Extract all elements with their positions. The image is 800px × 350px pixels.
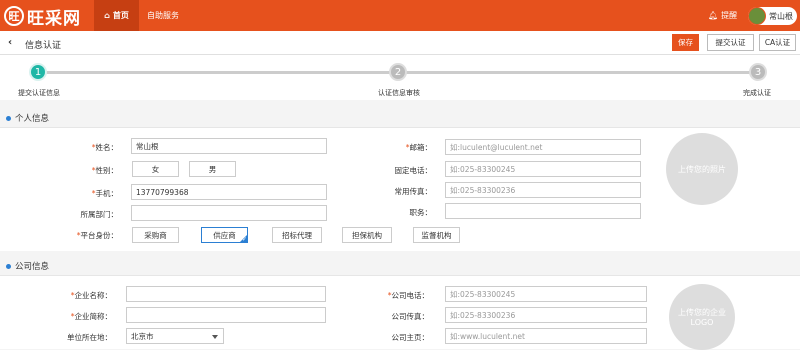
company-short-label-text: 企业简称： (74, 312, 113, 321)
company-section-header: 公司信息 (6, 260, 49, 272)
user-menu[interactable]: 常山根 (748, 7, 797, 25)
ca-certification-button[interactable]: CA认证 (759, 34, 796, 51)
remind-button[interactable]: 🔔︎ 提醒 (708, 0, 737, 31)
job-input[interactable] (445, 203, 641, 219)
logo-mark: 旺 (4, 6, 24, 26)
company-short-label: *企业简称： (52, 311, 112, 322)
chevron-down-icon (212, 335, 218, 339)
step-1-dot: 1 (29, 63, 47, 81)
company-homepage-label: 公司主页： (391, 333, 430, 342)
location-select[interactable]: 北京市 (126, 328, 224, 344)
page-title: 信息认证 (25, 41, 62, 51)
company-name-input[interactable] (126, 286, 326, 302)
avatar (748, 7, 766, 25)
tel-input[interactable]: 如:025-83300245 (445, 161, 641, 177)
identity-label-text: 平台身份： (80, 231, 119, 240)
company-info-panel: *企业名称： *企业简称： 单位所在地： 北京市 *公司电话： 公司传真： 公司… (0, 275, 800, 350)
tel-label: 固定电话： (394, 166, 433, 175)
step-connector (406, 71, 750, 74)
dept-label: 所属部门： (80, 210, 119, 219)
section-bullet (6, 263, 11, 269)
nav-home[interactable]: ⌂ 首页 (94, 0, 139, 31)
step-3-label: 完成认证 (743, 89, 771, 97)
gender-label-text: 性别： (95, 166, 119, 175)
step-2-label: 认证信息审核 (378, 89, 420, 97)
company-fax-label: 公司传真： (391, 312, 430, 321)
company-phone-label: *公司电话： (369, 290, 429, 301)
top-navbar: 旺 旺采网 ⌂ 首页 自助服务 🔔︎ 提醒 常山根 (0, 0, 800, 31)
home-icon: ⌂ (104, 11, 110, 20)
save-button[interactable]: 保存 (672, 34, 699, 51)
personal-section-header: 个人信息 (6, 112, 49, 124)
phone-label: *手机： (58, 188, 118, 199)
company-short-input[interactable] (126, 307, 326, 323)
gender-option-male[interactable]: 男 (189, 161, 236, 177)
logo-upload[interactable]: 上传您的企业LOGO (669, 284, 735, 350)
step-3-dot: 3 (749, 63, 767, 81)
job-label: 职务： (409, 208, 433, 217)
company-homepage-input[interactable]: 如:www.luculent.net (445, 328, 647, 344)
gender-option-female[interactable]: 女 (132, 161, 179, 177)
identity-option-supplier-label: 供应商 (213, 230, 236, 240)
submit-certification-button[interactable]: 提交认证 (707, 34, 754, 51)
bell-icon: 🔔︎ (708, 11, 719, 20)
nav-home-label: 首页 (112, 11, 129, 20)
phone-input[interactable]: 13770799368 (131, 184, 327, 200)
back-icon[interactable]: ‹ (8, 37, 12, 48)
identity-option-supervisor[interactable]: 监督机构 (413, 227, 460, 243)
section-bullet (6, 115, 11, 121)
fax-input[interactable]: 如:025-83300236 (445, 182, 641, 198)
page-header: ‹ 信息认证 保存 提交认证 CA认证 (0, 31, 800, 55)
fax-label: 常用传真： (394, 187, 433, 196)
name-label-text: 姓名： (95, 143, 119, 152)
check-icon: ✓ (241, 236, 247, 243)
company-section-title: 公司信息 (15, 262, 50, 272)
logo[interactable]: 旺 旺采网 (4, 5, 81, 29)
personal-section-title: 个人信息 (15, 114, 50, 124)
progress-steps: 1 2 3 提交认证信息 认证信息审核 完成认证 (0, 55, 800, 100)
phone-label-text: 手机： (95, 189, 119, 198)
step-connector (46, 71, 390, 74)
identity-option-supplier[interactable]: 供应商 ✓ (201, 227, 248, 243)
company-phone-label-text: 公司电话： (391, 291, 430, 300)
dept-input[interactable] (131, 205, 327, 221)
photo-upload[interactable]: 上传您的照片 (666, 133, 738, 205)
location-value: 北京市 (131, 331, 154, 341)
identity-option-buyer[interactable]: 采购商 (132, 227, 179, 243)
email-label-text: 邮箱： (409, 143, 433, 152)
gender-label: *性别： (58, 165, 118, 176)
company-fax-input[interactable]: 如:025-83300236 (445, 307, 647, 323)
identity-option-agent[interactable]: 招标代理 (272, 227, 322, 243)
company-name-label-text: 企业名称： (74, 291, 113, 300)
remind-label: 提醒 (721, 11, 738, 20)
identity-option-guarantor[interactable]: 担保机构 (342, 227, 392, 243)
identity-label: *平台身份： (58, 230, 118, 241)
name-input[interactable]: 常山根 (131, 138, 327, 154)
email-input[interactable]: 如:luculent@luculent.net (445, 139, 641, 155)
name-label: *姓名： (58, 142, 118, 153)
personal-info-panel: *姓名： *性别： *手机： 所属部门： *平台身份： 常山根 女 男 1377… (0, 127, 800, 251)
company-phone-input[interactable]: 如:025-83300245 (445, 286, 647, 302)
step-1-label: 提交认证信息 (18, 89, 60, 97)
company-name-label: *企业名称： (52, 290, 112, 301)
logo-text: 旺采网 (27, 8, 81, 29)
username: 常山根 (769, 11, 793, 21)
location-label: 单位所在地： (67, 333, 112, 342)
email-label: *邮箱： (372, 142, 432, 153)
step-2-dot: 2 (389, 63, 407, 81)
nav-self-service[interactable]: 自助服务 (147, 0, 179, 31)
